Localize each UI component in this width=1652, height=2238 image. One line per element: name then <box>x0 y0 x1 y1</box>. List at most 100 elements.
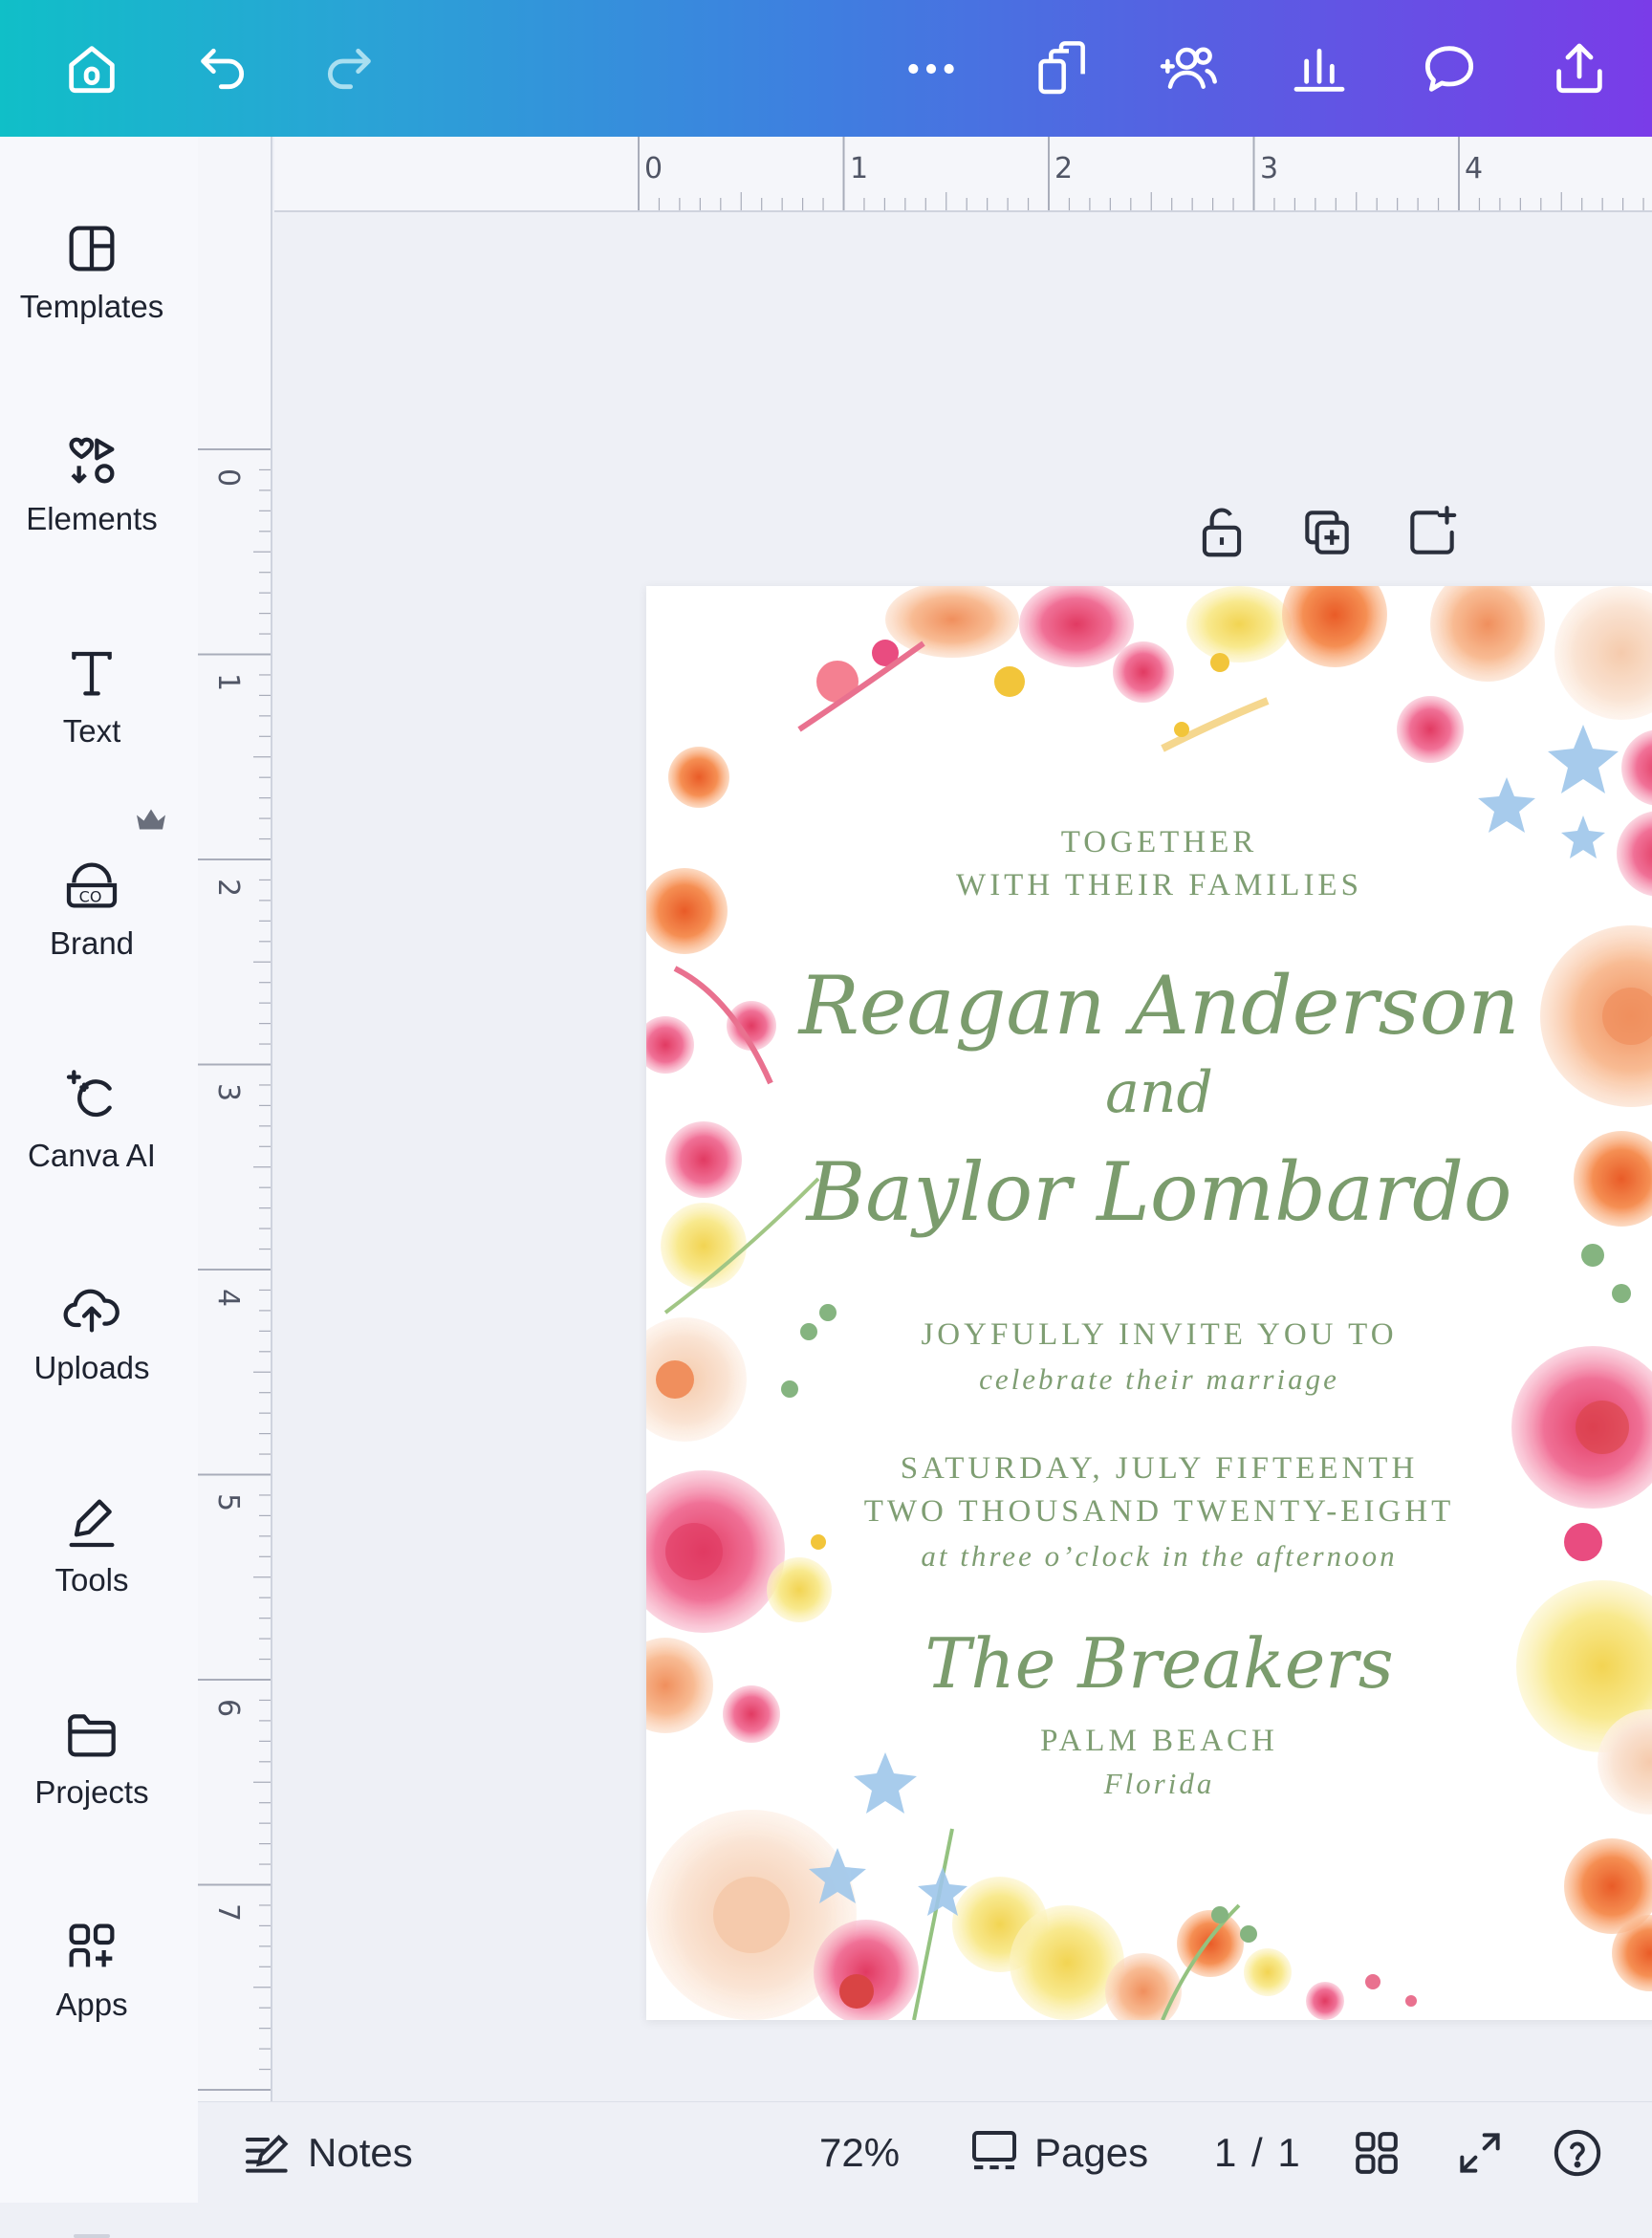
top-ruler-ticks <box>638 137 1644 210</box>
invite-line-celebrate[interactable]: celebrate their marriage <box>646 1362 1652 1397</box>
left-ruler-label-1: 1 <box>211 672 246 692</box>
invite-state[interactable]: Florida <box>646 1767 1652 1801</box>
sidebar-divider <box>74 2234 110 2238</box>
duplicate-icon <box>1038 41 1085 95</box>
sidebar-label-canva-ai: Canva AI <box>28 1138 156 1173</box>
sidebar-label-projects: Projects <box>34 1774 149 1810</box>
notes-icon <box>246 2134 289 2173</box>
sidebar-item-canva-ai[interactable]: Canva AI <box>0 1067 184 1229</box>
left-ruler-label-2: 2 <box>211 878 246 898</box>
top-ruler-label-4: 4 <box>1465 152 1484 185</box>
elements-icon <box>69 437 115 484</box>
sidebar-label-elements: Elements <box>26 501 158 536</box>
brand-icon: CO <box>66 862 118 908</box>
upload-share-icon <box>1556 43 1602 94</box>
left-ruler-label-4: 4 <box>211 1288 246 1308</box>
sidebar-label-templates: Templates <box>19 289 164 324</box>
pages-label: Pages <box>1034 2130 1149 2175</box>
sidebar-item-brand[interactable]: CO Brand <box>0 855 184 1017</box>
zoom-level[interactable]: 72% <box>819 2102 900 2204</box>
top-ruler-label-3: 3 <box>1260 152 1279 185</box>
invite-date-line-1[interactable]: SATURDAY, JULY FIFTEENTH <box>646 1451 1652 1487</box>
left-ruler-label-0: 0 <box>211 467 246 488</box>
sidebar-item-tools[interactable]: Tools <box>0 1491 184 1654</box>
watercolor-floral-border <box>646 586 1652 2020</box>
share-people-button[interactable] <box>1147 27 1231 111</box>
left-ruler-label-7: 7 <box>211 1902 246 1923</box>
left-ruler-ticks <box>198 448 271 2091</box>
text-icon <box>72 651 112 696</box>
sidebar-label-text: Text <box>62 713 121 749</box>
left-ruler-label-3: 3 <box>211 1082 246 1102</box>
help-button[interactable] <box>1551 2102 1604 2204</box>
home-icon <box>69 46 115 94</box>
share-people-icon <box>1160 47 1217 89</box>
sidebar-label-apps: Apps <box>55 1987 128 2022</box>
invite-line-families[interactable]: WITH THEIR FAMILIES <box>646 868 1652 903</box>
duplicate-page-icon[interactable] <box>1297 503 1357 562</box>
bottom-bar: Notes 72% Pages 1 / 1 <box>198 2101 1652 2204</box>
pages-icon <box>972 2131 1016 2170</box>
top-toolbar <box>0 0 1652 137</box>
invite-date-line-2[interactable]: TWO THOUSAND TWENTY-EIGHT <box>646 1494 1652 1530</box>
left-sidebar: Templates Elements Text CO Brand Canva A… <box>0 137 199 2238</box>
add-page-icon[interactable] <box>1402 503 1462 562</box>
home-button[interactable] <box>50 27 134 111</box>
uploads-icon <box>63 1289 120 1333</box>
comment-icon <box>1424 46 1474 92</box>
top-ruler-label-0: 0 <box>644 152 663 185</box>
canva-ai-icon <box>66 1070 112 1118</box>
invite-name-1[interactable]: Reagan Anderson <box>646 959 1652 1053</box>
top-ruler[interactable]: 0 1 2 3 4 <box>274 137 1652 212</box>
insights-icon <box>1293 48 1345 92</box>
notes-button[interactable]: Notes <box>241 2102 413 2204</box>
tools-icon <box>69 1499 115 1548</box>
zoom-value: 72% <box>819 2130 901 2175</box>
sidebar-item-apps[interactable]: Apps <box>0 1916 184 2078</box>
left-ruler-label-5: 5 <box>211 1492 246 1512</box>
invite-venue[interactable]: The Breakers <box>646 1623 1652 1704</box>
apps-icon <box>69 1923 115 1967</box>
invite-and[interactable]: and <box>646 1059 1652 1126</box>
help-icon <box>1554 2129 1601 2177</box>
top-ruler-label-1: 1 <box>850 152 869 185</box>
invite-line-joyfully[interactable]: JOYFULLY INVITE YOU TO <box>646 1317 1652 1353</box>
duplicate-page-button[interactable] <box>1019 27 1103 111</box>
share-upload-button[interactable] <box>1537 27 1621 111</box>
canvas-workspace[interactable]: 0 1 2 3 4 0 1 2 3 4 5 6 7 TOGETHER WITH … <box>198 137 1652 2101</box>
more-icon <box>908 63 954 75</box>
design-page[interactable]: TOGETHER WITH THEIR FAMILIES Reagan Ande… <box>646 586 1652 2020</box>
invite-name-2[interactable]: Baylor Lombardo <box>646 1145 1652 1239</box>
sidebar-label-uploads: Uploads <box>33 1350 150 1385</box>
sidebar-item-text[interactable]: Text <box>0 642 184 805</box>
insights-button[interactable] <box>1277 27 1361 111</box>
sidebar-item-uploads[interactable]: Uploads <box>0 1279 184 1442</box>
top-ruler-label-2: 2 <box>1054 152 1074 185</box>
sidebar-label-brand: Brand <box>49 925 135 961</box>
invite-line-together[interactable]: TOGETHER <box>646 825 1652 860</box>
grid-view-button[interactable] <box>1350 2102 1403 2204</box>
page-counter[interactable]: 1 / 1 <box>1214 2102 1302 2204</box>
invite-city[interactable]: PALM BEACH <box>646 1724 1652 1759</box>
sidebar-item-templates[interactable]: Templates <box>0 218 184 380</box>
crown-icon <box>137 809 165 830</box>
page-count-value: 1 / 1 <box>1214 2130 1302 2175</box>
sidebar-item-projects[interactable]: Projects <box>0 1704 184 1866</box>
more-button[interactable] <box>889 27 973 111</box>
lock-page-icon[interactable] <box>1192 503 1251 562</box>
undo-button[interactable] <box>182 27 266 111</box>
projects-icon <box>68 1714 116 1757</box>
redo-icon <box>327 48 371 90</box>
comment-button[interactable] <box>1407 27 1491 111</box>
left-ruler[interactable]: 0 1 2 3 4 5 6 7 <box>198 210 272 2101</box>
grid-view-icon <box>1356 2132 1398 2174</box>
notes-label: Notes <box>308 2130 413 2175</box>
redo-button[interactable] <box>306 27 390 111</box>
sidebar-label-tools: Tools <box>54 1562 129 1597</box>
pages-button[interactable]: Pages <box>967 2102 1148 2204</box>
templates-icon <box>69 226 115 272</box>
ruler-corner <box>198 137 272 212</box>
fullscreen-button[interactable] <box>1453 2102 1507 2204</box>
sidebar-item-elements[interactable]: Elements <box>0 430 184 593</box>
invite-time-line[interactable]: at three o’clock in the afternoon <box>646 1539 1652 1574</box>
